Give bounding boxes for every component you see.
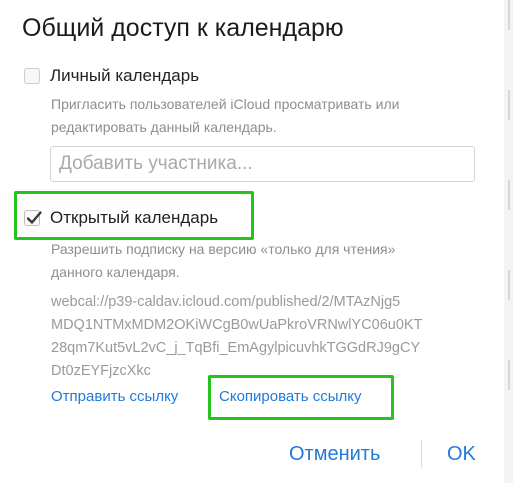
background-divider — [508, 0, 510, 30]
background-divider — [508, 90, 510, 120]
dialog-title: Общий доступ к календарю — [22, 14, 344, 42]
send-link-button[interactable]: Отправить ссылку — [51, 388, 178, 405]
background-window-edge — [504, 0, 513, 483]
cancel-button[interactable]: Отменить — [289, 443, 380, 466]
ok-button[interactable]: OK — [447, 443, 476, 466]
public-calendar-checkbox[interactable] — [24, 210, 42, 226]
checkmark-icon — [26, 211, 42, 224]
copy-link-button[interactable]: Скопировать ссылку — [219, 388, 362, 405]
private-calendar-checkbox[interactable] — [24, 68, 40, 84]
public-calendar-description: Разрешить подписку на версию «только для… — [51, 241, 396, 280]
background-divider — [508, 270, 510, 300]
public-calendar-label: Открытый календарь — [50, 208, 219, 227]
background-divider — [508, 360, 510, 390]
calendar-url: webcal://p39-caldav.icloud.com/published… — [51, 294, 423, 379]
public-calendar-row[interactable]: Открытый календарь — [24, 208, 218, 228]
add-participant-input[interactable] — [50, 146, 475, 182]
background-divider — [508, 180, 510, 210]
private-calendar-description: Пригласить пользователей iCloud просматр… — [51, 96, 400, 135]
private-calendar-label: Личный календарь — [50, 66, 200, 85]
share-calendar-dialog: Общий доступ к календарю Личный календар… — [0, 0, 504, 483]
footer-divider — [421, 440, 422, 468]
private-calendar-row[interactable]: Личный календарь — [24, 66, 199, 86]
